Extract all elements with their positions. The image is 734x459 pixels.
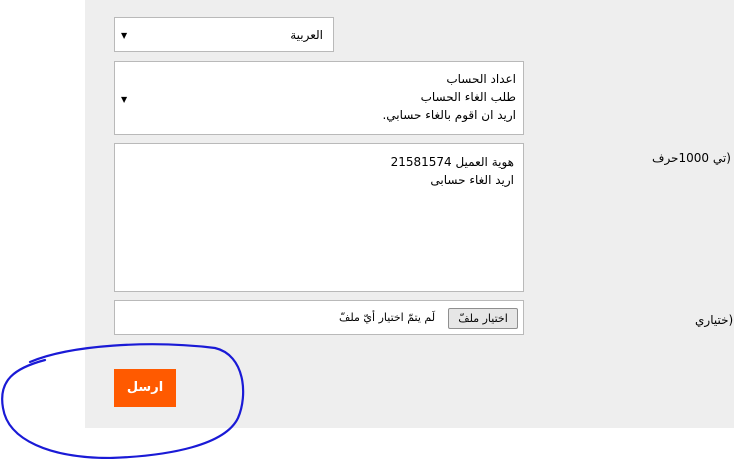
submit-button[interactable]: ارسل [114, 369, 176, 407]
category-option: اعداد الحساب [446, 72, 516, 86]
attachment-label: ختياري) [695, 313, 734, 327]
category-option: طلب الغاء الحساب [420, 90, 516, 104]
message-text: هوية العميل 21581574 اريد الغاء حسابى [390, 155, 514, 187]
category-options: اعداد الحساب طلب الغاء الحساب اريد ان اق… [382, 70, 516, 124]
language-select[interactable]: ▼ العربية [114, 17, 334, 52]
choose-file-button[interactable]: اختيار ملفّ [448, 308, 518, 329]
category-select[interactable]: ▼ اعداد الحساب طلب الغاء الحساب اريد ان … [114, 61, 524, 135]
chevron-down-icon: ▼ [121, 31, 128, 40]
chevron-down-icon: ▼ [121, 95, 128, 104]
language-select-value: العربية [290, 28, 323, 42]
message-textarea[interactable]: هوية العميل 21581574 اريد الغاء حسابى [114, 143, 524, 292]
category-option: اريد ان اقوم بالغاء حسابي. [382, 108, 516, 122]
file-input[interactable]: اختيار ملفّ لَم يتمّ اختيار أيّ ملفّ [114, 300, 524, 335]
message-label: تي 1000حرف)* [652, 151, 731, 165]
file-status: لَم يتمّ اختيار أيّ ملفّ [339, 311, 436, 324]
